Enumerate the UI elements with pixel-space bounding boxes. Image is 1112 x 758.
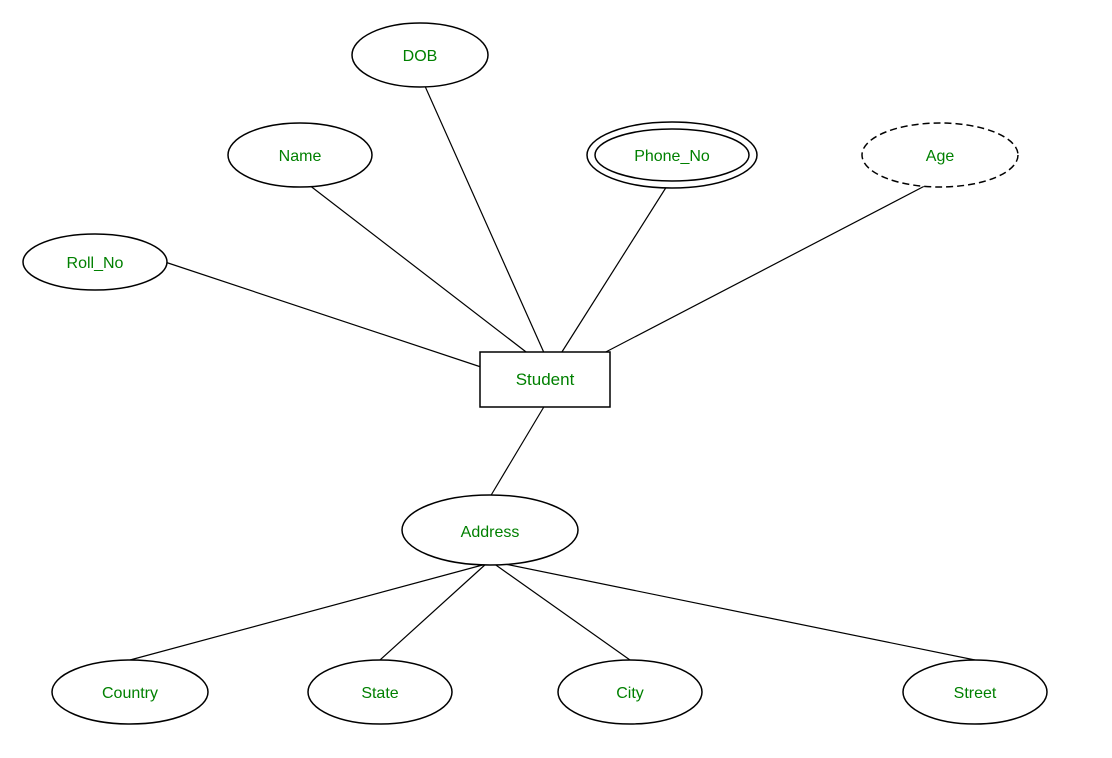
line-address-country — [130, 563, 490, 660]
line-address-city — [493, 563, 630, 660]
line-address-street — [500, 563, 975, 660]
address-label: Address — [461, 524, 520, 541]
dob-label: DOB — [403, 48, 438, 65]
line-student-rollno — [165, 262, 490, 370]
age-label: Age — [926, 148, 955, 165]
line-student-age — [600, 178, 940, 355]
rollno-label: Roll_No — [67, 255, 124, 272]
country-label: Country — [102, 685, 158, 702]
street-label: Street — [954, 685, 997, 702]
phoneno-label: Phone_No — [634, 148, 710, 165]
line-student-name — [300, 178, 530, 355]
state-label: State — [361, 685, 398, 702]
city-label: City — [616, 685, 644, 702]
line-student-dob — [420, 75, 545, 355]
line-student-address — [490, 405, 545, 497]
line-student-phoneno — [560, 178, 672, 355]
line-address-state — [380, 563, 487, 660]
name-label: Name — [279, 148, 322, 165]
student-label: Student — [516, 370, 575, 389]
